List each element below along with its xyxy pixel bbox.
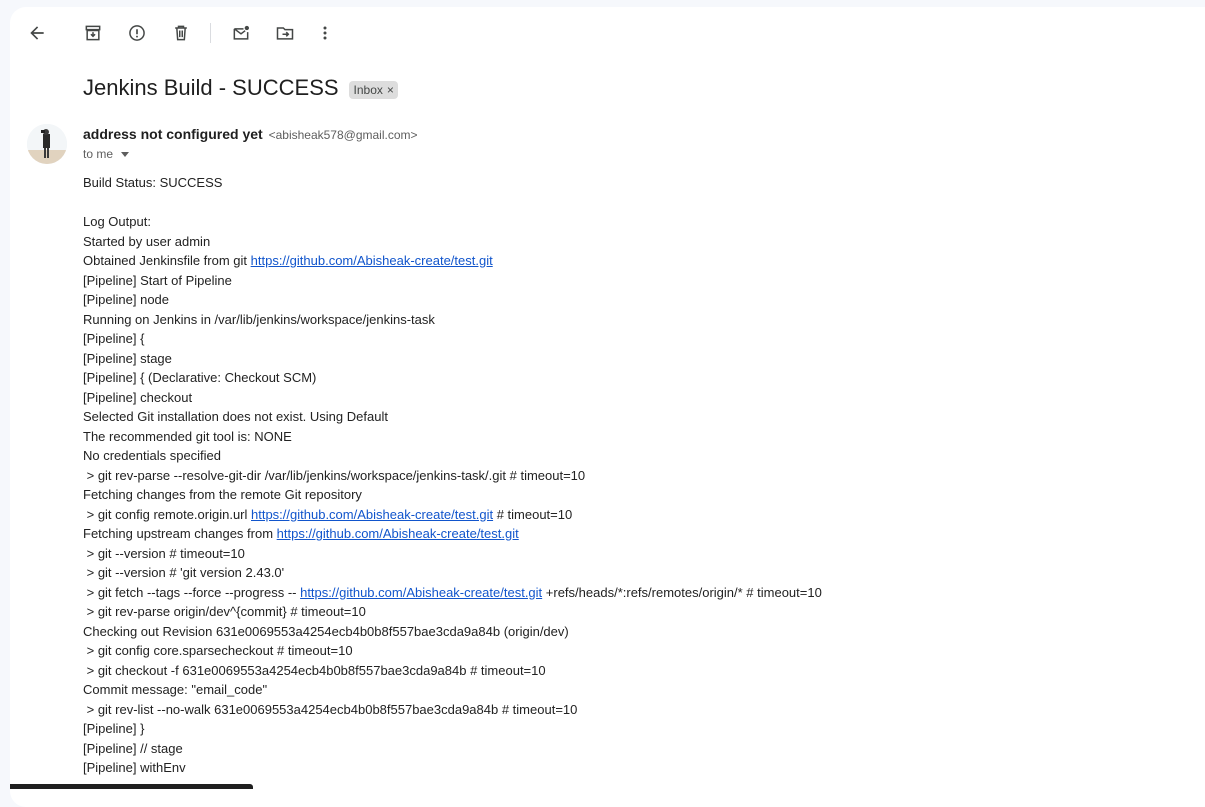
recipient-text: to me <box>83 147 114 161</box>
body-line: Started by user admin <box>83 233 211 249</box>
body-line: > git fetch --tags --force --progress --… <box>83 583 822 603</box>
email-subject: Jenkins Build - SUCCESS <box>83 75 339 100</box>
mark-unread-icon <box>233 25 249 40</box>
body-line: Checking out Revision 631e0069553a4254ec… <box>83 623 569 639</box>
body-line-suffix: +refs/heads/*:refs/remotes/origin/* # ti… <box>542 584 822 600</box>
mark-unread-button[interactable] <box>227 19 255 47</box>
body-line: [Pipeline] stage <box>83 350 172 366</box>
body-line: The recommended git tool is: NONE <box>83 428 292 444</box>
email-body: Build Status: SUCCESS Log Output: Started … <box>83 173 822 778</box>
repo-link[interactable]: https://github.com/Abisheak-create/test.… <box>300 585 542 600</box>
body-line: No credentials specified <box>83 448 222 463</box>
body-line: [Pipeline] Start of Pipeline <box>83 272 232 288</box>
inbox-label-chip[interactable]: Inbox × <box>348 81 398 99</box>
toolbar-divider <box>210 23 211 43</box>
remove-label-icon[interactable]: × <box>387 83 394 97</box>
body-line-prefix: > git fetch --tags --force --progress -- <box>83 584 301 600</box>
body-line: Fetching changes from the remote Git rep… <box>83 487 362 502</box>
label-text: Inbox <box>353 83 383 97</box>
subject-row: Jenkins Build - SUCCESS Inbox × <box>83 75 398 101</box>
delete-button[interactable] <box>167 19 195 47</box>
body-line-prefix: Fetching upstream changes from <box>83 526 277 541</box>
body-line: > git --version # timeout=10 <box>83 545 245 561</box>
repo-link[interactable]: https://github.com/Abisheak-create/test.… <box>277 526 519 541</box>
back-button[interactable] <box>23 19 51 47</box>
move-to-icon <box>276 27 294 40</box>
archive-icon <box>85 25 101 41</box>
chevron-down-icon[interactable] <box>121 151 130 157</box>
report-spam-button[interactable] <box>123 19 151 47</box>
more-options-icon <box>323 26 327 40</box>
bottom-overlay-bar <box>10 784 253 789</box>
recipient-row: to me <box>83 147 130 161</box>
body-line: > git rev-parse origin/dev^{commit} # ti… <box>83 604 366 619</box>
body-line: [Pipeline] withEnv <box>83 760 186 775</box>
sender-email: <abisheak578@gmail.com> <box>268 128 418 142</box>
body-line: Obtained Jenkinsfile from git https://gi… <box>83 251 822 271</box>
sender-avatar[interactable] <box>27 124 67 164</box>
body-line: [Pipeline] // stage <box>83 740 183 756</box>
avatar-photo <box>27 124 67 164</box>
body-line <box>83 193 822 213</box>
body-line: Running on Jenkins in /var/lib/jenkins/w… <box>83 311 435 327</box>
move-to-button[interactable] <box>271 19 299 47</box>
repo-link[interactable]: https://github.com/Abisheak-create/test.… <box>251 253 493 268</box>
body-line-prefix: Obtained Jenkinsfile from git <box>83 253 251 268</box>
message-toolbar <box>10 7 1205 57</box>
body-line: Fetching upstream changes from https://g… <box>83 524 822 544</box>
body-line: > git rev-parse --resolve-git-dir /var/l… <box>83 467 586 483</box>
body-line: > git rev-list --no-walk 631e0069553a425… <box>83 701 578 717</box>
body-line: Selected Git installation does not exist… <box>83 409 388 424</box>
archive-button[interactable] <box>79 19 107 47</box>
body-line: [Pipeline] { (Declarative: Checkout SCM) <box>83 370 317 385</box>
body-line: Build Status: SUCCESS <box>83 175 223 190</box>
body-line: [Pipeline] } <box>83 721 145 736</box>
report-spam-icon <box>129 25 145 41</box>
body-line: [Pipeline] { <box>83 331 145 346</box>
repo-link[interactable]: https://github.com/Abisheak-create/test.… <box>251 507 493 522</box>
sender-line: address not configured yet <abisheak578@… <box>83 126 418 142</box>
body-line-prefix: > git config remote.origin.url <box>83 506 251 522</box>
body-line: Log Output: <box>83 214 151 229</box>
delete-icon <box>175 25 187 41</box>
sender-name[interactable]: address not configured yet <box>83 126 263 142</box>
message-pane: Jenkins Build - SUCCESS Inbox × address … <box>10 7 1205 807</box>
back-icon <box>30 26 44 40</box>
body-line: [Pipeline] checkout <box>83 389 193 405</box>
body-line: > git config remote.origin.url https://g… <box>83 505 822 525</box>
body-line: [Pipeline] node <box>83 292 170 307</box>
more-options-button[interactable] <box>311 19 339 47</box>
body-line-suffix: # timeout=10 <box>493 506 573 522</box>
body-line: Commit message: "email_code" <box>83 682 268 697</box>
body-line: > git config core.sparsecheckout # timeo… <box>83 643 353 658</box>
body-line: > git checkout -f 631e0069553a4254ecb4b0… <box>83 662 546 678</box>
body-line: > git --version # 'git version 2.43.0' <box>83 565 285 580</box>
